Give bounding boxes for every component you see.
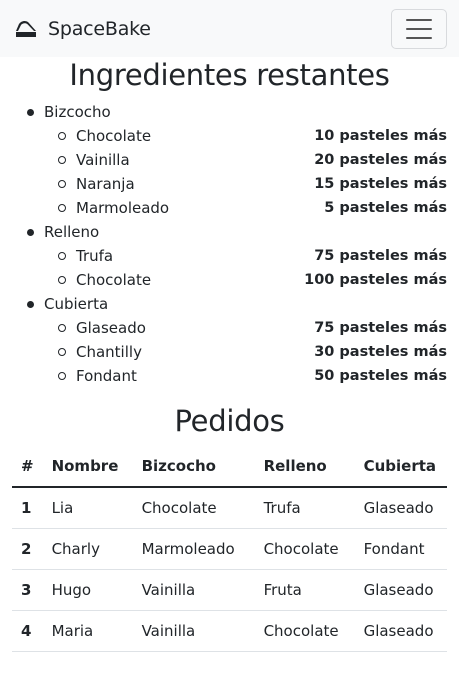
ingredient-category: Relleno [0, 220, 459, 244]
circle-bullet-icon [58, 132, 66, 140]
bullet-icon [27, 301, 34, 308]
customer-name: Lia [42, 487, 133, 529]
ingredient-item: Trufa 75 pasteles más [0, 244, 459, 268]
navbar-toggler-button[interactable] [391, 9, 447, 49]
circle-bullet-icon [58, 276, 66, 284]
ingredient-name: Vainilla [76, 151, 130, 169]
column-header-number: # [12, 446, 43, 488]
ingredient-name: Naranja [76, 175, 135, 193]
ingredient-name: Trufa [76, 247, 114, 265]
ingredient-item: Chocolate 100 pasteles más [0, 268, 459, 292]
ingredient-name: Fondant [76, 367, 137, 385]
category-label: Bizcocho [44, 103, 111, 121]
sponge-flavor: Chocolate [132, 487, 255, 529]
circle-bullet-icon [58, 324, 66, 332]
table-row: 3 Hugo Vainilla Fruta Glaseado [12, 569, 447, 611]
ingredient-remaining: 100 pasteles más [304, 272, 447, 288]
ingredient-name: Glaseado [76, 319, 146, 337]
orders-header-row: # Nombre Bizcocho Relleno Cubierta [12, 446, 447, 488]
bullet-icon [27, 109, 34, 116]
customer-name: Maria [42, 610, 133, 652]
ingredient-item: Vainilla 20 pasteles más [0, 148, 459, 172]
circle-bullet-icon [58, 372, 66, 380]
ingredient-item: Glaseado 75 pasteles más [0, 316, 459, 340]
circle-bullet-icon [58, 180, 66, 188]
customer-name: Hugo [42, 569, 133, 611]
ingredient-name: Chocolate [76, 127, 152, 145]
topping-type: Glaseado [354, 610, 447, 652]
cake-slice-icon [16, 20, 36, 37]
order-number: 1 [12, 487, 43, 529]
ingredient-item: Chocolate 10 pasteles más [0, 124, 459, 148]
brand-link[interactable]: SpaceBake [14, 14, 151, 44]
topping-type: Fondant [354, 528, 447, 570]
category-label: Cubierta [44, 295, 109, 313]
table-row: 4 Maria Vainilla Chocolate Glaseado [12, 610, 447, 652]
ingredient-remaining: 50 pasteles más [314, 368, 447, 384]
orders-body: 1 Lia Chocolate Trufa Glaseado 2 Charly Marmole… [12, 487, 447, 652]
ingredient-item: Fondant 50 pasteles más [0, 364, 459, 388]
ingredient-remaining: 20 pasteles más [314, 152, 447, 168]
ingredient-remaining: 75 pasteles más [314, 248, 447, 264]
orders-title: Pedidos [174, 404, 285, 438]
column-header-filling: Relleno [254, 446, 355, 488]
table-row: 1 Lia Chocolate Trufa Glaseado [12, 487, 447, 529]
ingredient-category: Cubierta [0, 292, 459, 316]
filling-flavor: Fruta [254, 569, 355, 611]
ingredient-remaining: 30 pasteles más [314, 344, 447, 360]
filling-flavor: Chocolate [254, 528, 355, 570]
category-label: Relleno [44, 223, 100, 241]
order-number: 3 [12, 569, 43, 611]
sponge-flavor: Marmoleado [132, 528, 255, 570]
ingredient-remaining: 5 pasteles más [324, 200, 447, 216]
bullet-icon [27, 229, 34, 236]
ingredient-remaining: 75 pasteles más [314, 320, 447, 336]
ingredient-name: Chantilly [76, 343, 142, 361]
topping-type: Glaseado [354, 569, 447, 611]
circle-bullet-icon [58, 156, 66, 164]
order-number: 4 [12, 610, 43, 652]
order-number: 2 [12, 528, 43, 570]
circle-bullet-icon [58, 252, 66, 260]
ingredients-title: Ingredientes restantes [69, 58, 390, 92]
sponge-flavor: Vainilla [132, 569, 255, 611]
ingredient-category: Bizcocho [0, 100, 459, 124]
ingredient-name: Chocolate [76, 271, 152, 289]
table-row: 2 Charly Marmoleado Chocolate Fondant [12, 528, 447, 570]
ingredient-item: Chantilly 30 pasteles más [0, 340, 459, 364]
brand-name: SpaceBake [48, 18, 151, 40]
circle-bullet-icon [58, 204, 66, 212]
ingredient-name: Marmoleado [76, 199, 170, 217]
column-header-name: Nombre [42, 446, 133, 488]
ingredient-item: Marmoleado 5 pasteles más [0, 196, 459, 220]
ingredient-remaining: 15 pasteles más [314, 176, 447, 192]
sponge-flavor: Vainilla [132, 610, 255, 652]
column-header-topping: Cubierta [354, 446, 447, 488]
customer-name: Charly [42, 528, 133, 570]
ingredient-remaining: 10 pasteles más [314, 128, 447, 144]
circle-bullet-icon [58, 348, 66, 356]
topping-type: Glaseado [354, 487, 447, 529]
column-header-sponge: Bizcocho [132, 446, 255, 488]
navbar: SpaceBake [0, 0, 459, 57]
filling-flavor: Trufa [254, 487, 355, 529]
filling-flavor: Chocolate [254, 610, 355, 652]
menu-icon [406, 19, 432, 21]
ingredient-item: Naranja 15 pasteles más [0, 172, 459, 196]
orders-table: # Nombre Bizcocho Relleno Cubierta 1 Lia C… [12, 446, 447, 652]
